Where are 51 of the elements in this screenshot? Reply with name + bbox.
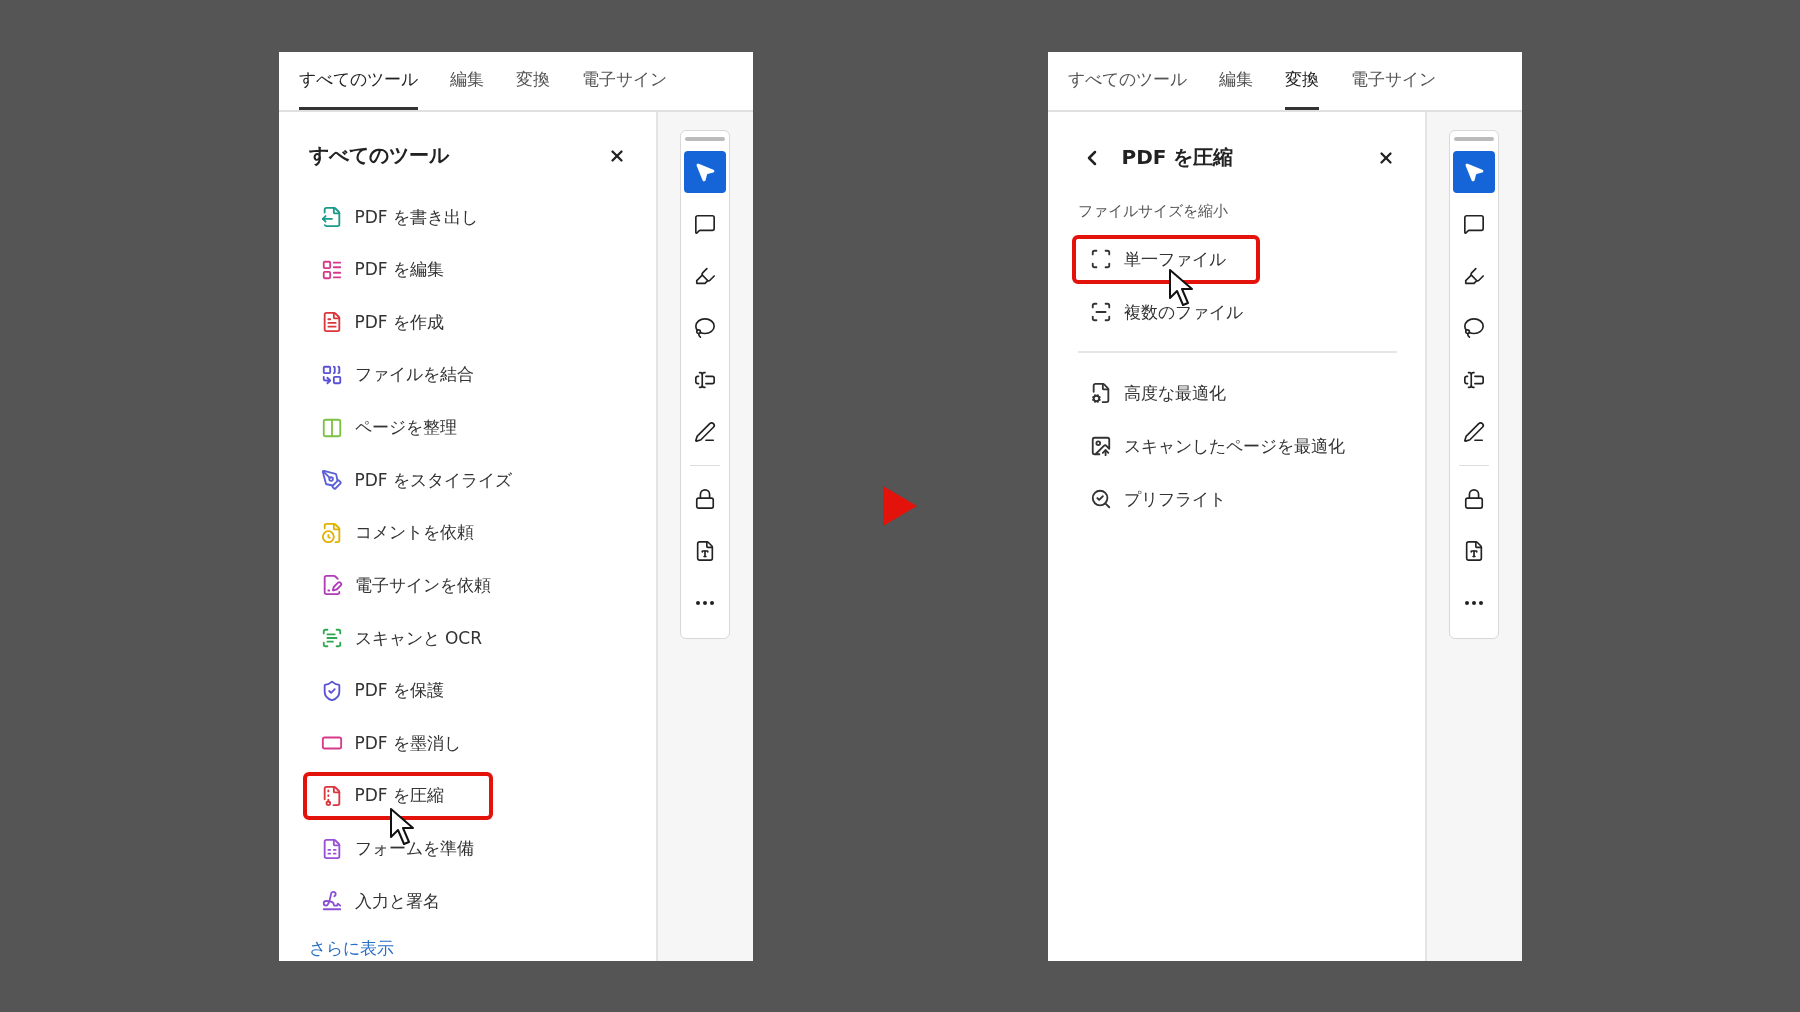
tool-item[interactable]: PDF を書き出し: [308, 201, 485, 233]
tool-item[interactable]: PDF を作成: [308, 306, 451, 338]
tool-icon: [1089, 435, 1112, 457]
lock-icon: [694, 487, 716, 510]
tool-item[interactable]: ファイルを結合: [308, 359, 480, 391]
tool-item[interactable]: スキャンと OCR: [308, 622, 488, 654]
tool-icon: [1089, 382, 1112, 404]
comment-icon: [1463, 212, 1485, 235]
tab[interactable]: 編集: [1218, 51, 1253, 110]
tool-item[interactable]: 複数のファイル: [1077, 296, 1249, 328]
tool-item[interactable]: 電子サインを依頼: [308, 569, 497, 601]
drag-handle[interactable]: [685, 136, 725, 141]
tool-item[interactable]: コメントを依頼: [308, 517, 480, 549]
show-more-link[interactable]: さらに表示: [308, 937, 628, 961]
tool-item[interactable]: プリフライト: [1077, 483, 1232, 515]
panel-title: すべてのツール: [308, 142, 450, 170]
arrow-icon: [881, 484, 919, 528]
tool-icon: [1089, 301, 1112, 323]
tab[interactable]: すべてのツール: [1067, 51, 1187, 110]
tab[interactable]: すべてのツール: [298, 51, 418, 110]
tool-item[interactable]: フォームを準備: [308, 833, 480, 865]
lock-icon: [1463, 487, 1485, 510]
tool-icon: [1089, 488, 1112, 510]
lasso-icon: [694, 316, 716, 339]
pen-icon: [1463, 420, 1485, 443]
tab[interactable]: 電子サイン: [581, 51, 667, 110]
tool-item[interactable]: PDF をスタイライズ: [308, 464, 519, 496]
tab[interactable]: 変換: [515, 51, 550, 110]
tool-icon: [1089, 248, 1112, 270]
document-icon: [1463, 539, 1485, 562]
more-icon: [1465, 600, 1483, 605]
more-icon: [696, 600, 714, 605]
document-icon: [694, 539, 716, 562]
tab[interactable]: 変換: [1284, 51, 1319, 110]
pen-icon: [694, 420, 716, 443]
section-label: ファイルサイズを縮小: [1077, 201, 1229, 221]
tab[interactable]: 電子サイン: [1350, 51, 1436, 110]
tool-item[interactable]: スキャンしたページを最適化: [1077, 430, 1351, 462]
tool-item[interactable]: 高度な最適化: [1077, 377, 1232, 409]
tool-item[interactable]: 単一ファイル: [1077, 243, 1232, 275]
tab[interactable]: 編集: [449, 51, 484, 110]
tool-item[interactable]: PDF を墨消し: [308, 727, 468, 759]
drag-handle[interactable]: [1454, 136, 1494, 141]
tool-item[interactable]: PDF を保護: [308, 675, 451, 707]
tool-item[interactable]: PDF を編集: [308, 254, 451, 286]
tool-item[interactable]: PDF を圧縮: [308, 780, 451, 812]
tool-item[interactable]: ページを整理: [308, 412, 463, 444]
comment-icon: [694, 212, 716, 235]
panel-title: PDF を圧縮: [1121, 144, 1235, 171]
tool-item[interactable]: 入力と署名: [308, 885, 446, 917]
lasso-icon: [1463, 316, 1485, 339]
